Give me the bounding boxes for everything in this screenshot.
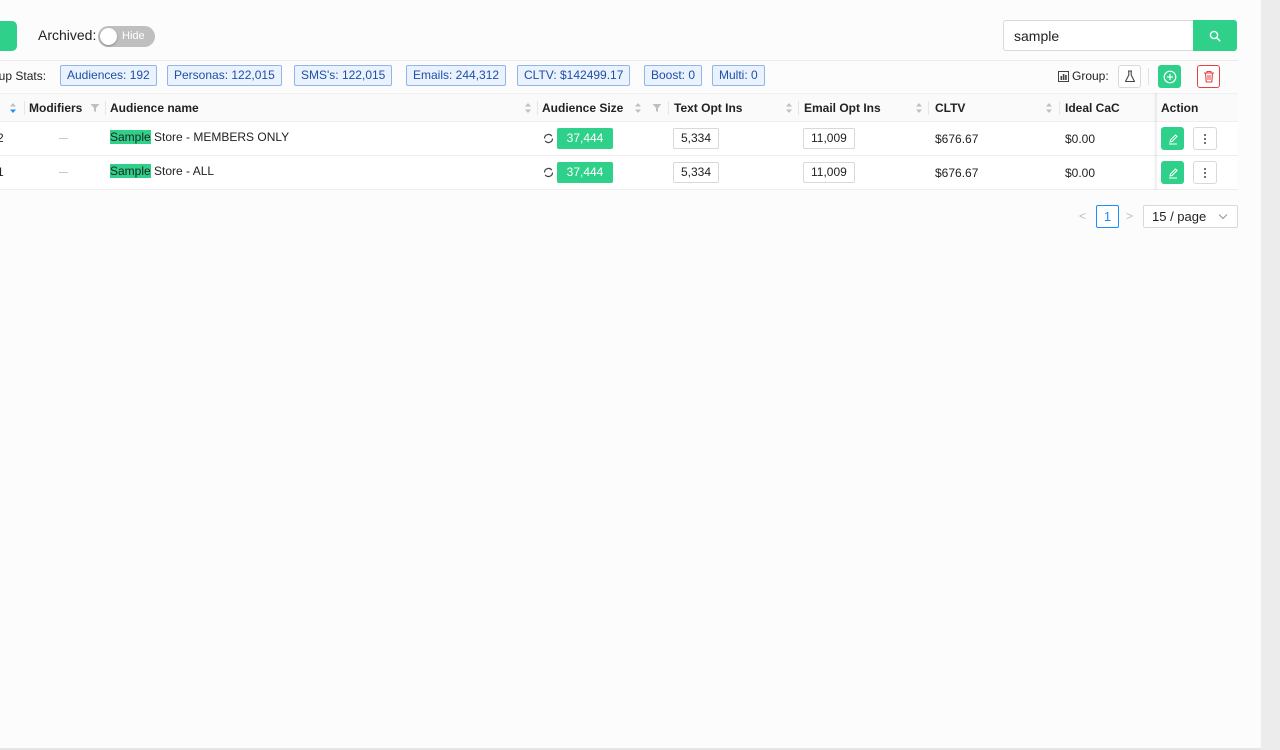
page-size-value: 15 / page xyxy=(1152,209,1207,224)
search-icon xyxy=(1209,30,1221,42)
sort-icon[interactable] xyxy=(785,102,793,114)
more-vertical-icon xyxy=(1204,133,1206,144)
col-modifiers: Modifiers xyxy=(29,101,83,115)
next-page-button[interactable]: > xyxy=(1126,209,1133,223)
audience-name-rest: Store - MEMBERS ONLY xyxy=(150,130,290,144)
audience-size-tag: 37,444 xyxy=(557,162,613,183)
page: Archived: Hide oup Stats: Audiences: 192… xyxy=(0,0,1280,750)
trash-icon xyxy=(1203,70,1214,83)
flask-icon xyxy=(1124,70,1135,83)
audience-name-rest: Store - ALL xyxy=(150,164,215,178)
col-audience-size[interactable]: Audience Size xyxy=(542,94,623,122)
sort-icon[interactable] xyxy=(915,102,923,114)
filter-icon[interactable] xyxy=(90,103,100,113)
column-separator xyxy=(668,101,669,115)
audience-name[interactable]: Sample Store - MEMBERS ONLY xyxy=(110,130,289,144)
plus-circle-icon xyxy=(1163,70,1176,83)
archived-label: Archived: xyxy=(38,27,97,43)
column-separator xyxy=(24,101,25,115)
audience-name[interactable]: Sample Store - ALL xyxy=(110,164,214,178)
archived-toggle[interactable]: Hide xyxy=(98,26,155,47)
text-opt-ins-value: 5,334 xyxy=(673,162,720,183)
column-separator xyxy=(537,101,538,115)
col-action: Action xyxy=(1161,101,1199,115)
sort-icon[interactable] xyxy=(524,102,532,114)
audience-size-tag: 37,444 xyxy=(557,128,613,149)
delete-button[interactable] xyxy=(1197,65,1220,88)
fixed-column-shadow xyxy=(1153,93,1157,190)
col-text-opt-ins[interactable]: Text Opt Ins xyxy=(674,94,742,122)
column-separator xyxy=(928,101,929,115)
group-selector[interactable]: Group: xyxy=(1058,69,1109,83)
stat-boost: Boost: 0 xyxy=(644,65,703,86)
page-1-button[interactable]: 1 xyxy=(1096,205,1119,228)
more-button[interactable] xyxy=(1193,127,1217,150)
column-separator xyxy=(798,101,799,115)
search-input[interactable] xyxy=(1003,20,1194,51)
table-row: 1 Sample Store - ALL 37,444 5,334 11,009… xyxy=(0,156,1238,190)
stat-audiences: Audiences: 192 xyxy=(60,65,157,86)
page-size-select[interactable]: 15 / page xyxy=(1143,205,1238,228)
cltv-value: $676.67 xyxy=(935,132,979,146)
add-audience-button[interactable] xyxy=(1158,65,1181,88)
edit-button[interactable] xyxy=(1161,127,1184,150)
toggle-knob xyxy=(100,28,117,45)
col-audience-name[interactable]: Audience name xyxy=(110,94,199,122)
more-vertical-icon xyxy=(1204,167,1206,178)
filter-icon[interactable] xyxy=(652,103,662,113)
col-ideal-cac: Ideal CaC xyxy=(1065,101,1120,115)
col-cltv[interactable]: CLTV xyxy=(935,94,965,122)
row-id: 1 xyxy=(0,165,4,179)
modifiers-empty xyxy=(59,138,68,139)
toolbar-separator xyxy=(1148,68,1149,85)
refresh-icon[interactable] xyxy=(543,133,554,144)
email-opt-ins-value: 11,009 xyxy=(803,128,855,149)
chevron-down-icon xyxy=(1218,214,1228,220)
toolbar-divider xyxy=(0,60,1238,61)
ideal-cac-value: $0.00 xyxy=(1065,132,1096,146)
edit-icon xyxy=(1168,133,1178,144)
text-opt-ins-value: 5,334 xyxy=(673,128,720,149)
stat-sms: SMS's: 122,015 xyxy=(294,65,393,86)
column-separator xyxy=(105,101,106,115)
ideal-cac-value: $0.00 xyxy=(1065,166,1096,180)
group-stats-label: oup Stats: xyxy=(0,69,47,83)
group-icon xyxy=(1058,70,1069,82)
prev-page-button[interactable]: < xyxy=(1079,209,1086,223)
row-id: 2 xyxy=(0,131,4,145)
column-separator xyxy=(1059,101,1060,115)
modifiers-empty xyxy=(59,172,68,173)
experiment-button[interactable] xyxy=(1118,65,1141,88)
toggle-label: Hide xyxy=(122,30,145,42)
create-button[interactable] xyxy=(0,21,17,51)
window-edge xyxy=(1261,0,1280,750)
group-label: Group: xyxy=(1072,69,1109,83)
sort-icon[interactable] xyxy=(1045,102,1053,114)
stat-multi: Multi: 0 xyxy=(712,65,765,86)
cltv-value: $676.67 xyxy=(935,166,979,180)
sort-icon[interactable] xyxy=(634,102,642,114)
refresh-icon[interactable] xyxy=(543,167,554,178)
stat-cltv: CLTV: $142499.17 xyxy=(517,65,631,86)
table-header: Modifiers Audience name Audience Size Te… xyxy=(0,93,1238,122)
search-highlight: Sample xyxy=(110,130,151,144)
col-email-opt-ins[interactable]: Email Opt Ins xyxy=(804,94,881,122)
search-highlight: Sample xyxy=(110,164,151,178)
sort-icon[interactable] xyxy=(9,102,17,114)
stat-personas: Personas: 122,015 xyxy=(167,65,282,86)
search-button[interactable] xyxy=(1193,20,1237,51)
edit-button[interactable] xyxy=(1161,161,1184,184)
stat-emails: Emails: 244,312 xyxy=(406,65,507,86)
edit-icon xyxy=(1168,167,1178,178)
email-opt-ins-value: 11,009 xyxy=(803,162,855,183)
more-button[interactable] xyxy=(1193,161,1217,184)
table-row: 2 Sample Store - MEMBERS ONLY 37,444 5,3… xyxy=(0,122,1238,156)
